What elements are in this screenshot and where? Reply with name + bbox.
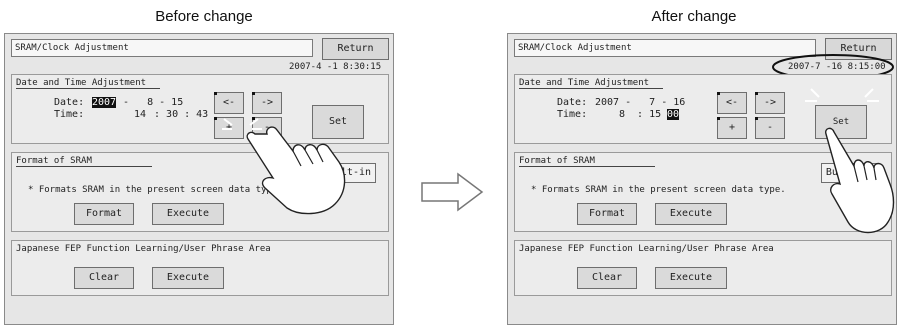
datetime-group-title: Date and Time Adjustment bbox=[519, 78, 664, 89]
clock-display: 2007-4 -1 8:30:15 bbox=[289, 62, 382, 72]
fep-group-title: Japanese FEP Function Learning/User Phra… bbox=[16, 244, 271, 254]
button-corner-marker bbox=[252, 92, 255, 95]
cursor-right-label: -> bbox=[763, 97, 777, 108]
date-label: Date: bbox=[557, 97, 588, 108]
date-value[interactable]: 2007 - 7 - 16 bbox=[595, 97, 685, 108]
transition-arrow-icon bbox=[421, 172, 484, 212]
return-button[interactable]: Return bbox=[322, 38, 389, 60]
increment-label: + bbox=[728, 122, 736, 133]
fep-group: Japanese FEP Function Learning/User Phra… bbox=[11, 240, 389, 296]
date-label: Date: bbox=[54, 97, 85, 108]
decrement-button[interactable]: - bbox=[755, 117, 785, 139]
caption-before: Before change bbox=[155, 8, 253, 25]
cursor-left-button[interactable]: <- bbox=[717, 92, 747, 114]
date-year-value[interactable]: 2007 bbox=[92, 97, 117, 108]
sram-note: * Formats SRAM in the present screen dat… bbox=[531, 185, 786, 195]
time-value[interactable]: 8 : 15 : bbox=[619, 109, 673, 120]
button-corner-marker bbox=[717, 92, 720, 95]
format-button[interactable]: Format bbox=[74, 203, 134, 225]
time-label: Time: bbox=[54, 109, 85, 120]
time-label: Time: bbox=[557, 109, 588, 120]
pointing-hand-icon bbox=[824, 127, 895, 234]
caption-after: After change bbox=[651, 8, 737, 25]
button-corner-marker bbox=[717, 117, 720, 120]
sram-group-title: Format of SRAM bbox=[16, 156, 152, 167]
fep-execute-button[interactable]: Execute bbox=[655, 267, 727, 289]
cursor-right-button[interactable]: -> bbox=[755, 92, 785, 114]
time-hour-value[interactable]: 14 bbox=[134, 109, 146, 120]
sram-execute-button[interactable]: Execute bbox=[152, 203, 224, 225]
button-corner-marker bbox=[214, 92, 217, 95]
date-rest-value[interactable]: - 8 - 15 bbox=[117, 97, 183, 108]
sram-execute-button[interactable]: Execute bbox=[655, 203, 727, 225]
decrement-label: - bbox=[766, 122, 774, 133]
format-button[interactable]: Format bbox=[577, 203, 637, 225]
before-screen: SRAM/Clock Adjustment Return 2007-4 -1 8… bbox=[4, 33, 394, 325]
fep-group: Japanese FEP Function Learning/User Phra… bbox=[514, 240, 892, 296]
increment-button[interactable]: + bbox=[717, 117, 747, 139]
datetime-group-title: Date and Time Adjustment bbox=[16, 78, 161, 89]
after-screen: SRAM/Clock Adjustment Return 2007-7 -16 … bbox=[507, 33, 897, 325]
cursor-right-label: -> bbox=[260, 97, 274, 108]
pointing-hand-icon bbox=[246, 126, 346, 215]
clear-button[interactable]: Clear bbox=[74, 267, 134, 289]
button-corner-marker bbox=[755, 92, 758, 95]
sram-group-title: Format of SRAM bbox=[519, 156, 655, 167]
clear-button[interactable]: Clear bbox=[577, 267, 637, 289]
fep-execute-button[interactable]: Execute bbox=[152, 267, 224, 289]
button-corner-marker bbox=[755, 117, 758, 120]
screen-title: SRAM/Clock Adjustment bbox=[11, 39, 313, 57]
fep-group-title: Japanese FEP Function Learning/User Phra… bbox=[519, 244, 774, 254]
cursor-left-label: <- bbox=[725, 97, 739, 108]
tap-sparkle-icon bbox=[805, 88, 879, 102]
time-rest-value[interactable]: : 30 : 43 bbox=[148, 109, 208, 120]
cursor-left-label: <- bbox=[222, 97, 236, 108]
time-seconds-value[interactable]: 00 bbox=[667, 109, 680, 120]
